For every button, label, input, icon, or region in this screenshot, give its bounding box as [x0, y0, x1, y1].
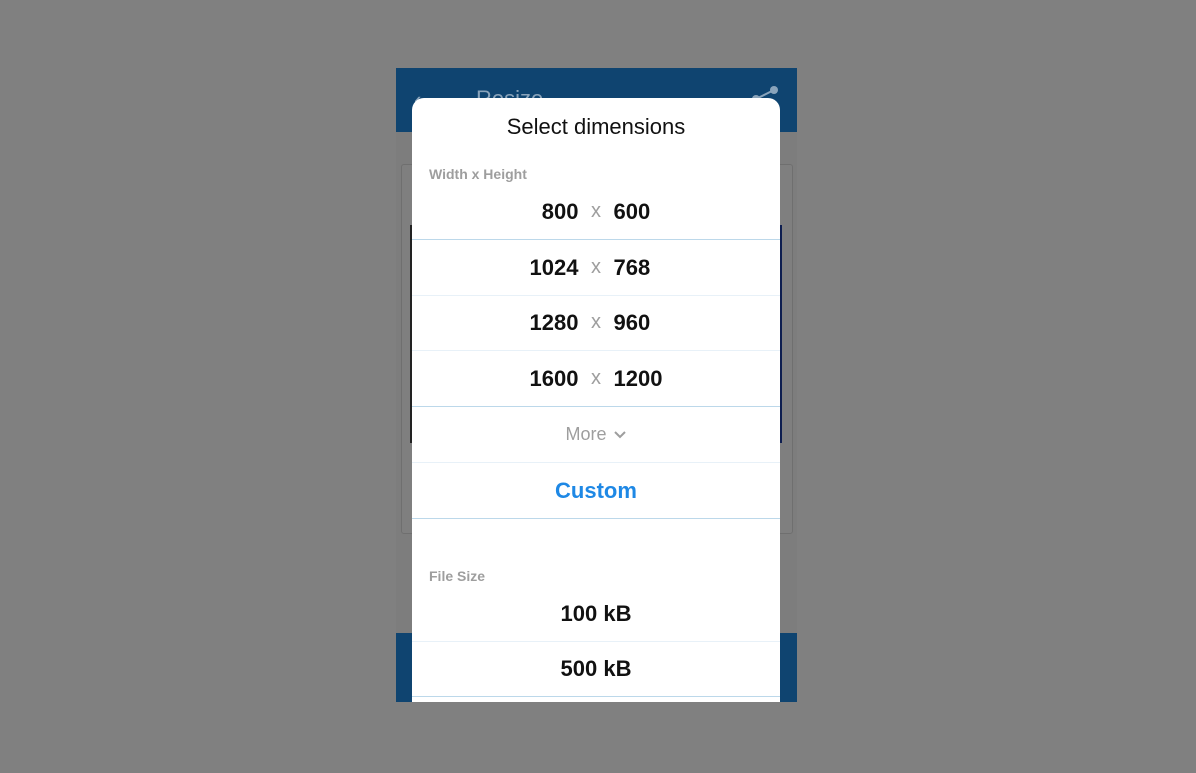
file-size-value: 500 kB	[560, 655, 632, 681]
dimension-separator: x	[591, 256, 601, 278]
dimension-separator: x	[591, 311, 601, 333]
dimension-option-1600x1200[interactable]: 1600 x 1200	[412, 351, 780, 407]
dimension-height: 960	[613, 309, 651, 335]
file-size-option-100kb[interactable]: 100 kB	[412, 586, 780, 642]
dimension-width: 1280	[529, 309, 579, 335]
dimension-separator: x	[591, 200, 601, 222]
select-dimensions-dialog: Select dimensions Width x Height 800 x 6…	[412, 98, 780, 702]
dimension-height: 1200	[613, 365, 663, 391]
chevron-down-icon	[613, 430, 626, 438]
file-size-option-500kb[interactable]: 500 kB	[412, 641, 780, 697]
dimension-separator: x	[591, 367, 601, 389]
dimension-width: 800	[541, 198, 579, 224]
dimension-height: 600	[613, 198, 651, 224]
custom-label: Custom	[555, 477, 637, 503]
dimension-width: 1024	[529, 254, 579, 280]
more-button[interactable]: More	[412, 407, 780, 463]
dimension-width: 1600	[529, 365, 579, 391]
dialog-title: Select dimensions	[506, 114, 686, 139]
dimension-option-800x600[interactable]: 800 x 600	[412, 184, 780, 240]
file-size-label: File Size	[429, 568, 486, 584]
more-label: More	[565, 424, 607, 444]
dimension-option-1280x960[interactable]: 1280 x 960	[412, 295, 780, 351]
width-height-label: Width x Height	[429, 166, 527, 182]
file-size-value: 100 kB	[560, 600, 632, 626]
custom-button[interactable]: Custom	[412, 463, 780, 519]
dimension-option-1024x768[interactable]: 1024 x 768	[412, 240, 780, 296]
dimension-height: 768	[613, 254, 651, 280]
